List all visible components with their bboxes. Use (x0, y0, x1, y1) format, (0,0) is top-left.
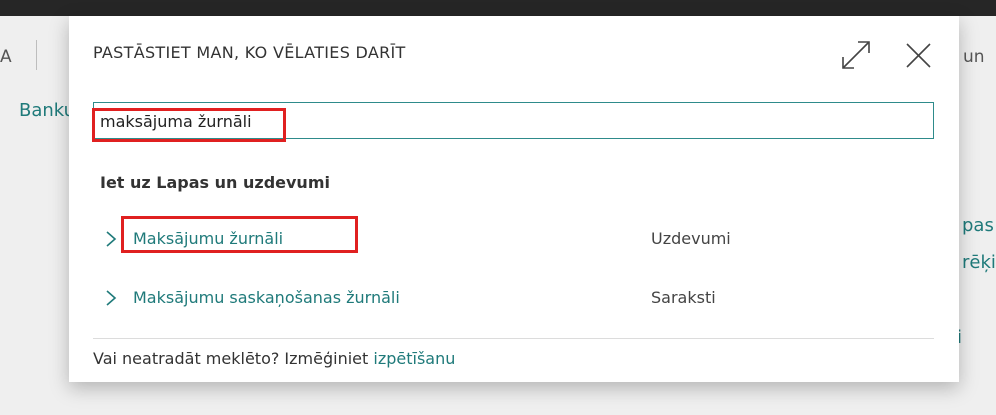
background-link-pas[interactable]: pas (962, 215, 994, 236)
background-link-reki[interactable]: rēķi (962, 252, 996, 273)
result-type: Uzdevumi (651, 229, 731, 248)
chevron-right-icon (106, 290, 117, 306)
result-row-saskanosanas-zurnali[interactable]: Maksājumu saskaņošanas žurnāli Saraksti (93, 278, 934, 318)
expand-button[interactable] (839, 38, 873, 72)
section-heading: Iet uz Lapas un uzdevumi (100, 173, 330, 192)
expand-icon (842, 41, 870, 69)
close-icon (906, 43, 931, 68)
footer-text: Vai neatradāt meklēto? Izmēģiniet (93, 349, 374, 368)
tell-me-dialog: PASTĀSTIET MAN, KO VĒLATIES DARĪT Iet uz… (69, 16, 959, 382)
result-type: Saraksti (651, 288, 716, 307)
result-link[interactable]: Maksājumu saskaņošanas žurnāli (133, 288, 400, 307)
close-button[interactable] (901, 38, 935, 72)
chevron-right-icon (106, 231, 117, 247)
background-separator (36, 40, 37, 70)
background-text-a: A (0, 47, 12, 67)
result-row-maksajumu-zurnali[interactable]: Maksājumu žurnāli Uzdevumi (93, 219, 934, 259)
footer: Vai neatradāt meklēto? Izmēģiniet izpētī… (93, 349, 455, 368)
dialog-title: PASTĀSTIET MAN, KO VĒLATIES DARĪT (93, 43, 406, 62)
footer-divider (93, 338, 934, 339)
background-link-banku[interactable]: Banku (19, 100, 75, 121)
explore-link[interactable]: izpētīšanu (373, 349, 455, 368)
result-link[interactable]: Maksājumu žurnāli (133, 229, 283, 248)
top-bar (0, 0, 996, 16)
search-input[interactable] (98, 107, 880, 135)
search-box (93, 102, 934, 139)
background-text-un: un (963, 47, 985, 67)
